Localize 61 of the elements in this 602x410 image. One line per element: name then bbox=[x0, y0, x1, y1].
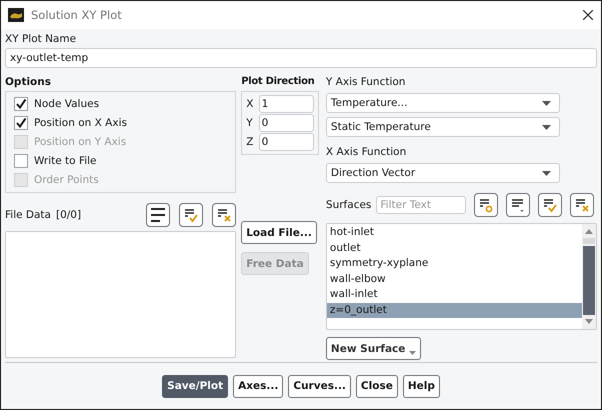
close-icon[interactable] bbox=[583, 10, 593, 20]
list-item[interactable]: wall-elbow bbox=[326, 272, 582, 287]
checkbox-label: Position on Y Axis bbox=[34, 136, 126, 148]
section-label: Plot Direction bbox=[241, 75, 316, 89]
count-label: [0/0] bbox=[56, 208, 82, 222]
number-field[interactable]: 1 bbox=[258, 95, 314, 113]
scrollbar[interactable] bbox=[582, 224, 596, 329]
dropdown[interactable]: Temperature... bbox=[326, 93, 560, 113]
list-circle-icon bbox=[477, 196, 496, 214]
caret-icon bbox=[409, 350, 416, 354]
dialog-button[interactable]: Save/Plot bbox=[162, 374, 228, 398]
list-clear-icon bbox=[573, 196, 592, 214]
dropdown[interactable]: Direction Vector bbox=[326, 163, 560, 183]
list-clear-button[interactable] bbox=[212, 203, 236, 227]
field-label: Y Axis Function bbox=[326, 75, 406, 89]
dialog-button[interactable]: Close bbox=[356, 374, 398, 398]
list-menu-button[interactable] bbox=[506, 193, 530, 217]
checkbox[interactable] bbox=[14, 116, 28, 130]
list-circle-button[interactable] bbox=[474, 193, 498, 217]
list-icon bbox=[149, 206, 168, 224]
name-field[interactable]: xy-outlet-temp bbox=[5, 48, 597, 68]
dropdown[interactable]: Static Temperature bbox=[326, 117, 560, 137]
list-item[interactable]: outlet bbox=[326, 240, 582, 256]
list-label: Surfaces bbox=[326, 198, 372, 212]
list-check-button[interactable] bbox=[538, 193, 562, 217]
list-item[interactable]: hot-inlet bbox=[326, 225, 582, 240]
caret-icon bbox=[542, 100, 551, 106]
app-icon bbox=[8, 8, 24, 22]
field-label: XY Plot Name bbox=[5, 32, 78, 46]
caret-icon bbox=[542, 170, 551, 176]
axis-label: Z bbox=[246, 136, 254, 148]
checkbox-label: Position on X Axis bbox=[34, 117, 127, 130]
section-label: Options bbox=[5, 75, 52, 89]
window-title: Solution XY Plot bbox=[31, 8, 122, 22]
new-surface-button[interactable]: New Surface bbox=[326, 337, 422, 360]
axis-label: X bbox=[246, 98, 254, 110]
axis-label: Y bbox=[246, 117, 254, 129]
list-clear-icon bbox=[215, 206, 234, 224]
list-check-icon bbox=[541, 196, 560, 214]
checkbox-label: Node Values bbox=[34, 98, 100, 110]
list-check-button[interactable] bbox=[179, 203, 204, 227]
list-item[interactable]: wall-inlet bbox=[326, 287, 582, 302]
dialog-button[interactable]: Curves... bbox=[288, 374, 351, 398]
number-field[interactable]: 0 bbox=[258, 133, 314, 151]
field-label: X Axis Function bbox=[326, 145, 408, 159]
filter-field[interactable]: Filter Text bbox=[376, 196, 466, 214]
caret-icon bbox=[542, 124, 551, 130]
number-field[interactable]: 0 bbox=[258, 114, 314, 132]
list-clear-button[interactable] bbox=[570, 193, 594, 217]
checkbox[interactable] bbox=[14, 154, 28, 168]
list-item[interactable]: symmetry-xyplane bbox=[326, 256, 582, 272]
dialog-button[interactable]: Axes... bbox=[233, 374, 284, 398]
list-item[interactable]: z=0_outlet bbox=[326, 302, 582, 318]
dialog-button[interactable]: Help bbox=[402, 374, 440, 398]
list-button[interactable] bbox=[146, 203, 170, 227]
checkbox-label: Write to File bbox=[34, 154, 97, 167]
checkbox-label: Order Points bbox=[34, 174, 99, 186]
load-file-button[interactable]: Load File... bbox=[241, 221, 317, 244]
list-check-icon bbox=[182, 206, 200, 224]
checkbox[interactable] bbox=[14, 97, 28, 112]
list-label: File Data bbox=[5, 208, 51, 222]
